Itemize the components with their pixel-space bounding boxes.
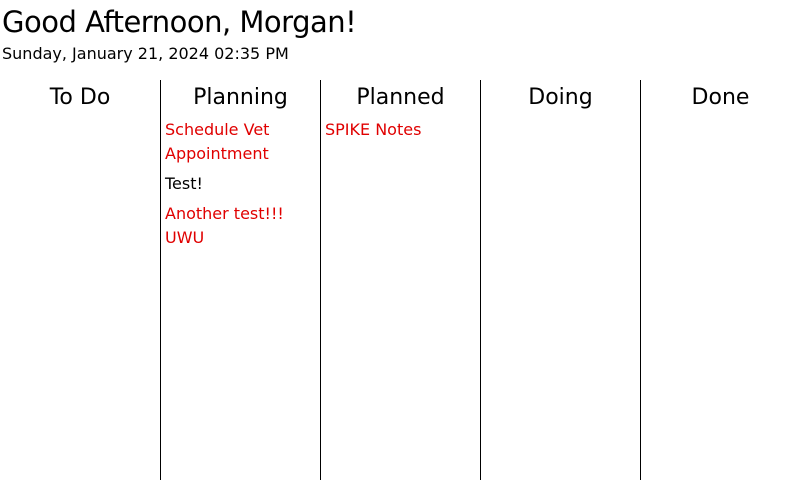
card-list [481,114,640,118]
column-header: Planning [193,85,288,110]
column-header: Doing [528,85,593,110]
task-card[interactable]: SPIKE Notes [325,118,476,142]
column-planned: Planned SPIKE Notes [320,80,480,480]
column-doing: Doing [480,80,640,480]
card-list: SPIKE Notes [321,114,480,142]
greeting-heading: Good Afternoon, Morgan! [2,5,357,39]
card-list [0,114,160,118]
column-planning: Planning Schedule Vet Appointment Test! An… [160,80,320,480]
column-header: To Do [49,85,111,110]
kanban-board: To Do Planning Schedule Vet Appointment T… [0,80,800,480]
task-card[interactable]: Another test!!! UWU [165,202,316,250]
current-datetime: Sunday, January 21, 2024 02:35 PM [2,44,289,63]
card-list [641,114,800,118]
column-header: Done [691,85,750,110]
task-card[interactable]: Test! [165,172,316,196]
column-to-do: To Do [0,80,160,480]
task-card[interactable]: Schedule Vet Appointment [165,118,316,166]
column-header: Planned [356,85,445,110]
card-list: Schedule Vet Appointment Test! Another tes… [161,114,320,250]
column-done: Done [640,80,800,480]
